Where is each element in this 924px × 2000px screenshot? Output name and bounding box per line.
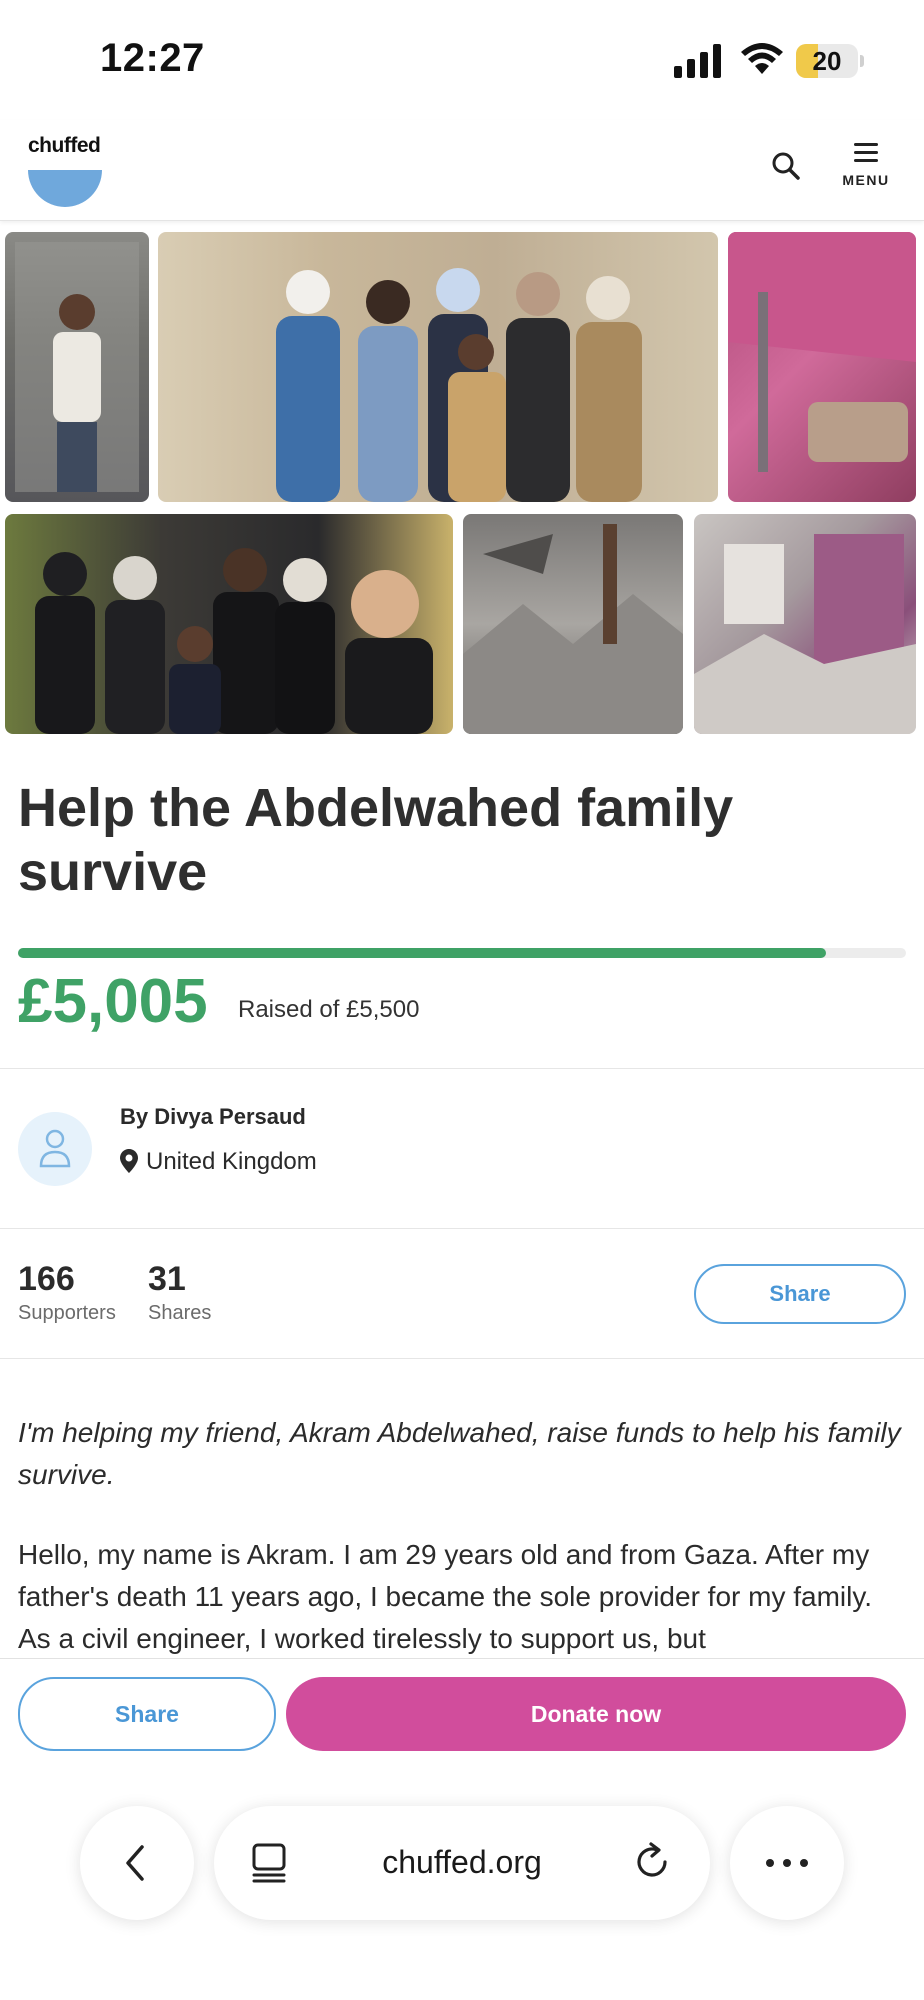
gallery-photo-family-selfie[interactable] xyxy=(5,514,453,734)
sticky-share-button[interactable]: Share xyxy=(18,1677,276,1751)
logo-semicircle xyxy=(28,170,102,207)
reload-icon[interactable] xyxy=(632,1842,672,1882)
chuffed-logo[interactable]: chuffed xyxy=(28,134,108,214)
logo-wordmark: chuffed xyxy=(28,134,101,157)
organiser-location-text: United Kingdom xyxy=(146,1148,317,1175)
divider xyxy=(0,1358,924,1359)
battery-percent: 20 xyxy=(812,46,842,76)
story-intro: I'm helping my friend, Akram Abdelwahed,… xyxy=(18,1417,901,1490)
battery-indicator: 20 xyxy=(796,44,858,78)
wifi-icon xyxy=(741,43,783,74)
campaign-title: Help the Abdelwahed family survive xyxy=(18,778,734,902)
gallery-photo-man-elevator[interactable] xyxy=(5,232,149,502)
status-time: 12:27 xyxy=(100,36,205,80)
sticky-action-bar: Share Donate now xyxy=(0,1658,924,1791)
user-icon xyxy=(39,1129,71,1168)
hamburger-icon xyxy=(854,143,878,162)
shares-count: 31 xyxy=(148,1260,186,1298)
site-header: chuffed MENU xyxy=(0,120,924,221)
supporters-count: 166 xyxy=(18,1260,75,1298)
donate-now-button[interactable]: Donate now xyxy=(286,1677,906,1751)
raised-amount: £5,005 xyxy=(18,967,208,1036)
raised-goal-text: Raised of £5,500 xyxy=(238,996,420,1023)
organiser-name[interactable]: By Divya Persaud xyxy=(120,1104,306,1130)
search-icon[interactable] xyxy=(766,146,806,186)
menu-button[interactable]: MENU xyxy=(836,142,896,202)
shares-label: Shares xyxy=(148,1302,212,1324)
funding-progress-fill xyxy=(18,948,827,958)
location-pin-icon xyxy=(120,1149,138,1173)
organiser-avatar[interactable] xyxy=(18,1112,92,1186)
browser-toolbar: chuffed.org xyxy=(0,1790,924,2000)
supporters-label: Supporters xyxy=(18,1302,116,1324)
organiser-location: United Kingdom xyxy=(120,1148,317,1176)
back-button[interactable] xyxy=(80,1806,194,1920)
gallery-photo-damaged-room[interactable] xyxy=(694,514,916,734)
status-bar: 12:27 20 xyxy=(0,0,924,120)
menu-label: MENU xyxy=(842,172,890,188)
gallery-photo-tent[interactable] xyxy=(728,232,916,502)
gallery-photo-family-group[interactable] xyxy=(158,232,718,502)
divider xyxy=(0,1068,924,1069)
cellular-signal-icon xyxy=(674,44,721,78)
gallery-photo-rubble[interactable] xyxy=(463,514,683,734)
address-bar[interactable]: chuffed.org xyxy=(214,1806,710,1920)
share-button[interactable]: Share xyxy=(694,1264,906,1324)
chevron-left-icon xyxy=(126,1845,144,1881)
divider xyxy=(0,1228,924,1229)
funding-progress-bar xyxy=(18,948,906,958)
battery-tip xyxy=(860,55,864,67)
story-body: Hello, my name is Akram. I am 29 years o… xyxy=(18,1539,873,1654)
more-options-button[interactable] xyxy=(730,1806,844,1920)
ellipsis-icon xyxy=(766,1859,808,1867)
